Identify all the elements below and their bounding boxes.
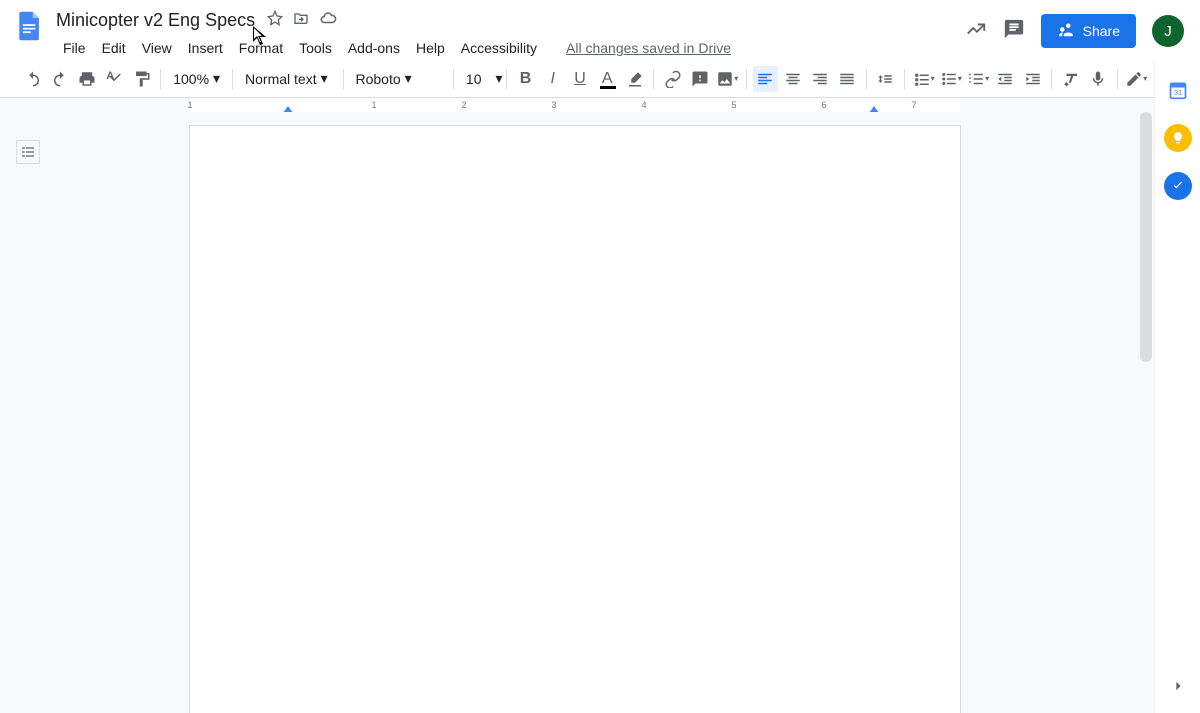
paint-format-button[interactable] xyxy=(129,66,154,92)
activity-icon[interactable] xyxy=(965,18,987,45)
separator xyxy=(1117,69,1118,89)
calendar-icon[interactable]: 31 xyxy=(1164,76,1192,104)
menu-file[interactable]: File xyxy=(56,36,93,60)
font-dropdown[interactable]: Roboto▾ xyxy=(349,68,446,89)
numbered-list-button[interactable]: ▾ xyxy=(966,66,991,92)
document-page[interactable] xyxy=(190,126,960,713)
menu-help[interactable]: Help xyxy=(409,36,452,60)
zoom-dropdown[interactable]: 100%▾ xyxy=(167,68,226,89)
increase-indent-button[interactable] xyxy=(1020,66,1045,92)
text-color-button[interactable]: A xyxy=(595,66,620,92)
scrollbar[interactable] xyxy=(1140,112,1152,362)
highlight-button[interactable] xyxy=(622,66,647,92)
align-justify-button[interactable] xyxy=(835,66,860,92)
link-button[interactable] xyxy=(660,66,685,92)
redo-button[interactable] xyxy=(47,66,72,92)
save-status[interactable]: All changes saved in Drive xyxy=(566,40,731,56)
separator xyxy=(1051,69,1052,89)
share-label: Share xyxy=(1083,23,1120,39)
style-dropdown[interactable]: Normal text▾ xyxy=(239,68,336,89)
decrease-indent-button[interactable] xyxy=(993,66,1018,92)
keep-icon[interactable] xyxy=(1164,124,1192,152)
header-right: Share J xyxy=(965,14,1184,48)
separator xyxy=(160,69,161,89)
side-panel: 31 xyxy=(1154,60,1200,713)
tasks-icon[interactable] xyxy=(1164,172,1192,200)
header: Minicopter v2 Eng Specs File Edit View I… xyxy=(0,0,1200,60)
bullet-list-button[interactable]: ▾ xyxy=(938,66,963,92)
svg-text:31: 31 xyxy=(1173,88,1181,97)
italic-button[interactable]: I xyxy=(540,66,565,92)
separator xyxy=(746,69,747,89)
menu-addons[interactable]: Add-ons xyxy=(341,36,407,60)
clear-format-button[interactable] xyxy=(1058,66,1083,92)
voice-typing-button[interactable] xyxy=(1085,66,1110,92)
separator xyxy=(506,69,507,89)
expand-sidepanel-icon[interactable] xyxy=(1168,676,1188,701)
cloud-icon[interactable] xyxy=(319,9,337,32)
align-center-button[interactable] xyxy=(780,66,805,92)
workspace xyxy=(0,112,1154,713)
user-avatar[interactable]: J xyxy=(1152,15,1184,47)
separator xyxy=(866,69,867,89)
menu-edit[interactable]: Edit xyxy=(95,36,133,60)
separator xyxy=(653,69,654,89)
line-spacing-button[interactable] xyxy=(873,66,898,92)
separator xyxy=(453,69,454,89)
outline-toggle-button[interactable] xyxy=(16,140,40,164)
menu-bar: File Edit View Insert Format Tools Add-o… xyxy=(56,36,965,60)
share-button[interactable]: Share xyxy=(1041,14,1136,48)
bold-button[interactable]: B xyxy=(513,66,538,92)
comments-icon[interactable] xyxy=(1003,18,1025,45)
separator xyxy=(343,69,344,89)
fontsize-dropdown[interactable]: 10▾ xyxy=(460,68,500,89)
move-icon[interactable] xyxy=(293,10,309,31)
undo-button[interactable] xyxy=(20,66,45,92)
menu-accessibility[interactable]: Accessibility xyxy=(454,36,544,60)
underline-button[interactable]: U xyxy=(567,66,592,92)
image-button[interactable]: ▾ xyxy=(715,66,740,92)
menu-format[interactable]: Format xyxy=(232,36,290,60)
toolbar: 100%▾ Normal text▾ Roboto▾ 10▾ B I U A ▾… xyxy=(0,60,1200,98)
star-icon[interactable] xyxy=(267,10,283,31)
comment-button[interactable] xyxy=(687,66,712,92)
title-area: Minicopter v2 Eng Specs File Edit View I… xyxy=(56,8,965,60)
separator xyxy=(232,69,233,89)
menu-view[interactable]: View xyxy=(135,36,179,60)
docs-logo[interactable] xyxy=(12,8,48,44)
separator xyxy=(904,69,905,89)
spellcheck-button[interactable] xyxy=(102,66,127,92)
menu-insert[interactable]: Insert xyxy=(181,36,230,60)
print-button[interactable] xyxy=(75,66,100,92)
editing-mode-button[interactable]: ▾ xyxy=(1124,66,1149,92)
align-left-button[interactable] xyxy=(753,66,778,92)
checklist-button[interactable]: ▾ xyxy=(911,66,936,92)
menu-tools[interactable]: Tools xyxy=(292,36,339,60)
align-right-button[interactable] xyxy=(807,66,832,92)
document-title[interactable]: Minicopter v2 Eng Specs xyxy=(56,10,255,31)
